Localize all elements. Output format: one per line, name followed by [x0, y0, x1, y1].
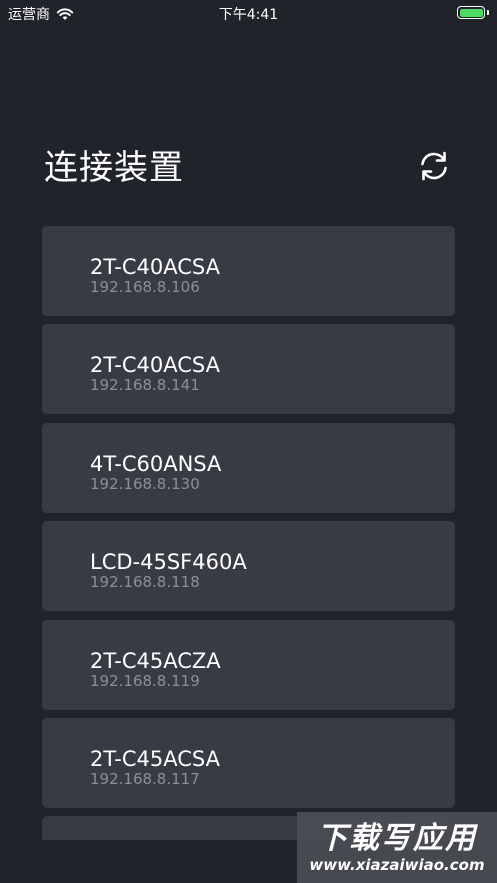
- status-bar: 运营商 下午4:41: [0, 0, 497, 28]
- status-time: 下午4:41: [218, 7, 279, 23]
- device-ip: 192.168.8.117: [90, 769, 200, 788]
- device-name: 2T-C45ACSA: [90, 746, 220, 771]
- device-name: 4T-C60ANSA: [90, 451, 222, 476]
- device-ip: 192.168.8.119: [90, 671, 200, 690]
- battery-icon: [457, 6, 485, 19]
- page-title: 连接装置: [44, 148, 184, 188]
- device-name: 2T-C40ACSA: [90, 353, 220, 378]
- watermark-logo: 下载写应用 www.xiazaiwiao.com: [297, 812, 497, 883]
- device-item[interactable]: LCD-45SF460A 192.168.8.118: [42, 521, 455, 612]
- watermark-title: 下载写应用: [317, 820, 477, 856]
- refresh-icon: [421, 151, 447, 181]
- device-ip: 192.168.8.141: [90, 376, 200, 395]
- battery-level-fill: [459, 8, 483, 17]
- device-name: 2T-C40ACSA: [90, 255, 220, 279]
- watermark-url: www.xiazaiwiao.com: [309, 855, 485, 874]
- device-item[interactable]: 2T-C40ACSA 192.168.8.106: [42, 226, 455, 316]
- device-name: LCD-45SF460A: [90, 550, 247, 575]
- device-list: 2T-C40ACSA 192.168.8.106 2T-C40ACSA 192.…: [42, 226, 455, 840]
- device-ip: 192.168.8.130: [90, 474, 200, 493]
- device-item[interactable]: 2T-C45ACSA 192.168.8.117: [42, 717, 455, 808]
- device-ip: 192.168.8.106: [90, 278, 200, 296]
- device-name: 2T-C45ACZA: [90, 648, 221, 673]
- battery-tip: [487, 10, 489, 15]
- device-item[interactable]: 2T-C40ACSA 192.168.8.141: [42, 324, 455, 415]
- device-item[interactable]: 2T-C45ACZA 192.168.8.119: [42, 619, 455, 710]
- refresh-button[interactable]: [414, 146, 454, 186]
- device-ip: 192.168.8.118: [90, 573, 200, 592]
- device-item[interactable]: 4T-C60ANSA 192.168.8.130: [42, 422, 455, 513]
